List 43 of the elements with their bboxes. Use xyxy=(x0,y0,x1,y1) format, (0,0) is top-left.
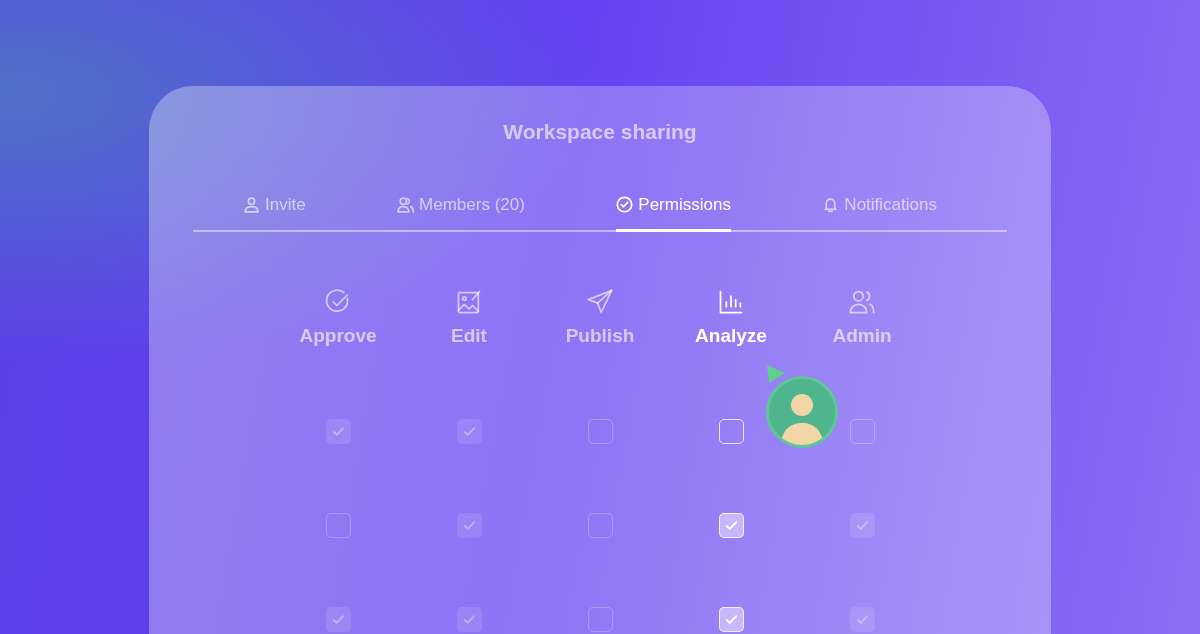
check-icon xyxy=(723,518,739,533)
checkbox[interactable] xyxy=(325,513,351,538)
checkbox[interactable] xyxy=(456,607,482,632)
people-icon xyxy=(397,195,415,213)
checkbox[interactable] xyxy=(718,419,744,444)
check-icon xyxy=(330,612,346,627)
people-icon xyxy=(848,288,876,316)
bell-icon xyxy=(822,195,840,213)
checkbox[interactable] xyxy=(456,419,482,444)
permission-tab[interactable]: Publish xyxy=(565,288,635,351)
checkbox[interactable] xyxy=(849,419,875,444)
permission-tab[interactable]: Edit xyxy=(451,288,487,351)
checkbox[interactable] xyxy=(456,513,482,538)
bar-chart-icon xyxy=(717,288,745,316)
checkbox[interactable] xyxy=(718,607,744,632)
tab[interactable]: Invite xyxy=(243,191,306,232)
permission-tab[interactable]: Admin xyxy=(832,288,892,351)
tab[interactable]: Notifications xyxy=(822,191,937,232)
check-icon xyxy=(854,518,870,533)
checkbox[interactable] xyxy=(718,513,744,538)
checkbox[interactable] xyxy=(849,513,875,538)
check-icon xyxy=(330,424,346,439)
check-icon xyxy=(723,612,739,627)
check-icon xyxy=(461,424,477,439)
permission-tab[interactable]: Analyze xyxy=(695,288,767,351)
dialog-title: Workspace sharing xyxy=(502,119,698,145)
checkbox[interactable] xyxy=(849,607,875,632)
check-circle-icon xyxy=(616,195,634,213)
checkbox[interactable] xyxy=(587,513,613,538)
tab[interactable]: Members (20) xyxy=(397,191,525,232)
tab[interactable]: Permissions xyxy=(616,191,731,232)
image-edit-icon xyxy=(455,288,483,316)
check-icon xyxy=(461,612,477,627)
checkbox[interactable] xyxy=(587,419,613,444)
permission-tab[interactable]: Approve xyxy=(299,288,377,351)
checkbox[interactable] xyxy=(325,419,351,444)
person-icon xyxy=(243,195,260,213)
checkbox[interactable] xyxy=(587,607,613,632)
paper-plane-icon xyxy=(586,288,614,316)
check-icon xyxy=(854,612,870,627)
check-icon xyxy=(461,518,477,533)
checkbox[interactable] xyxy=(325,607,351,632)
cursor-icon xyxy=(766,364,786,384)
